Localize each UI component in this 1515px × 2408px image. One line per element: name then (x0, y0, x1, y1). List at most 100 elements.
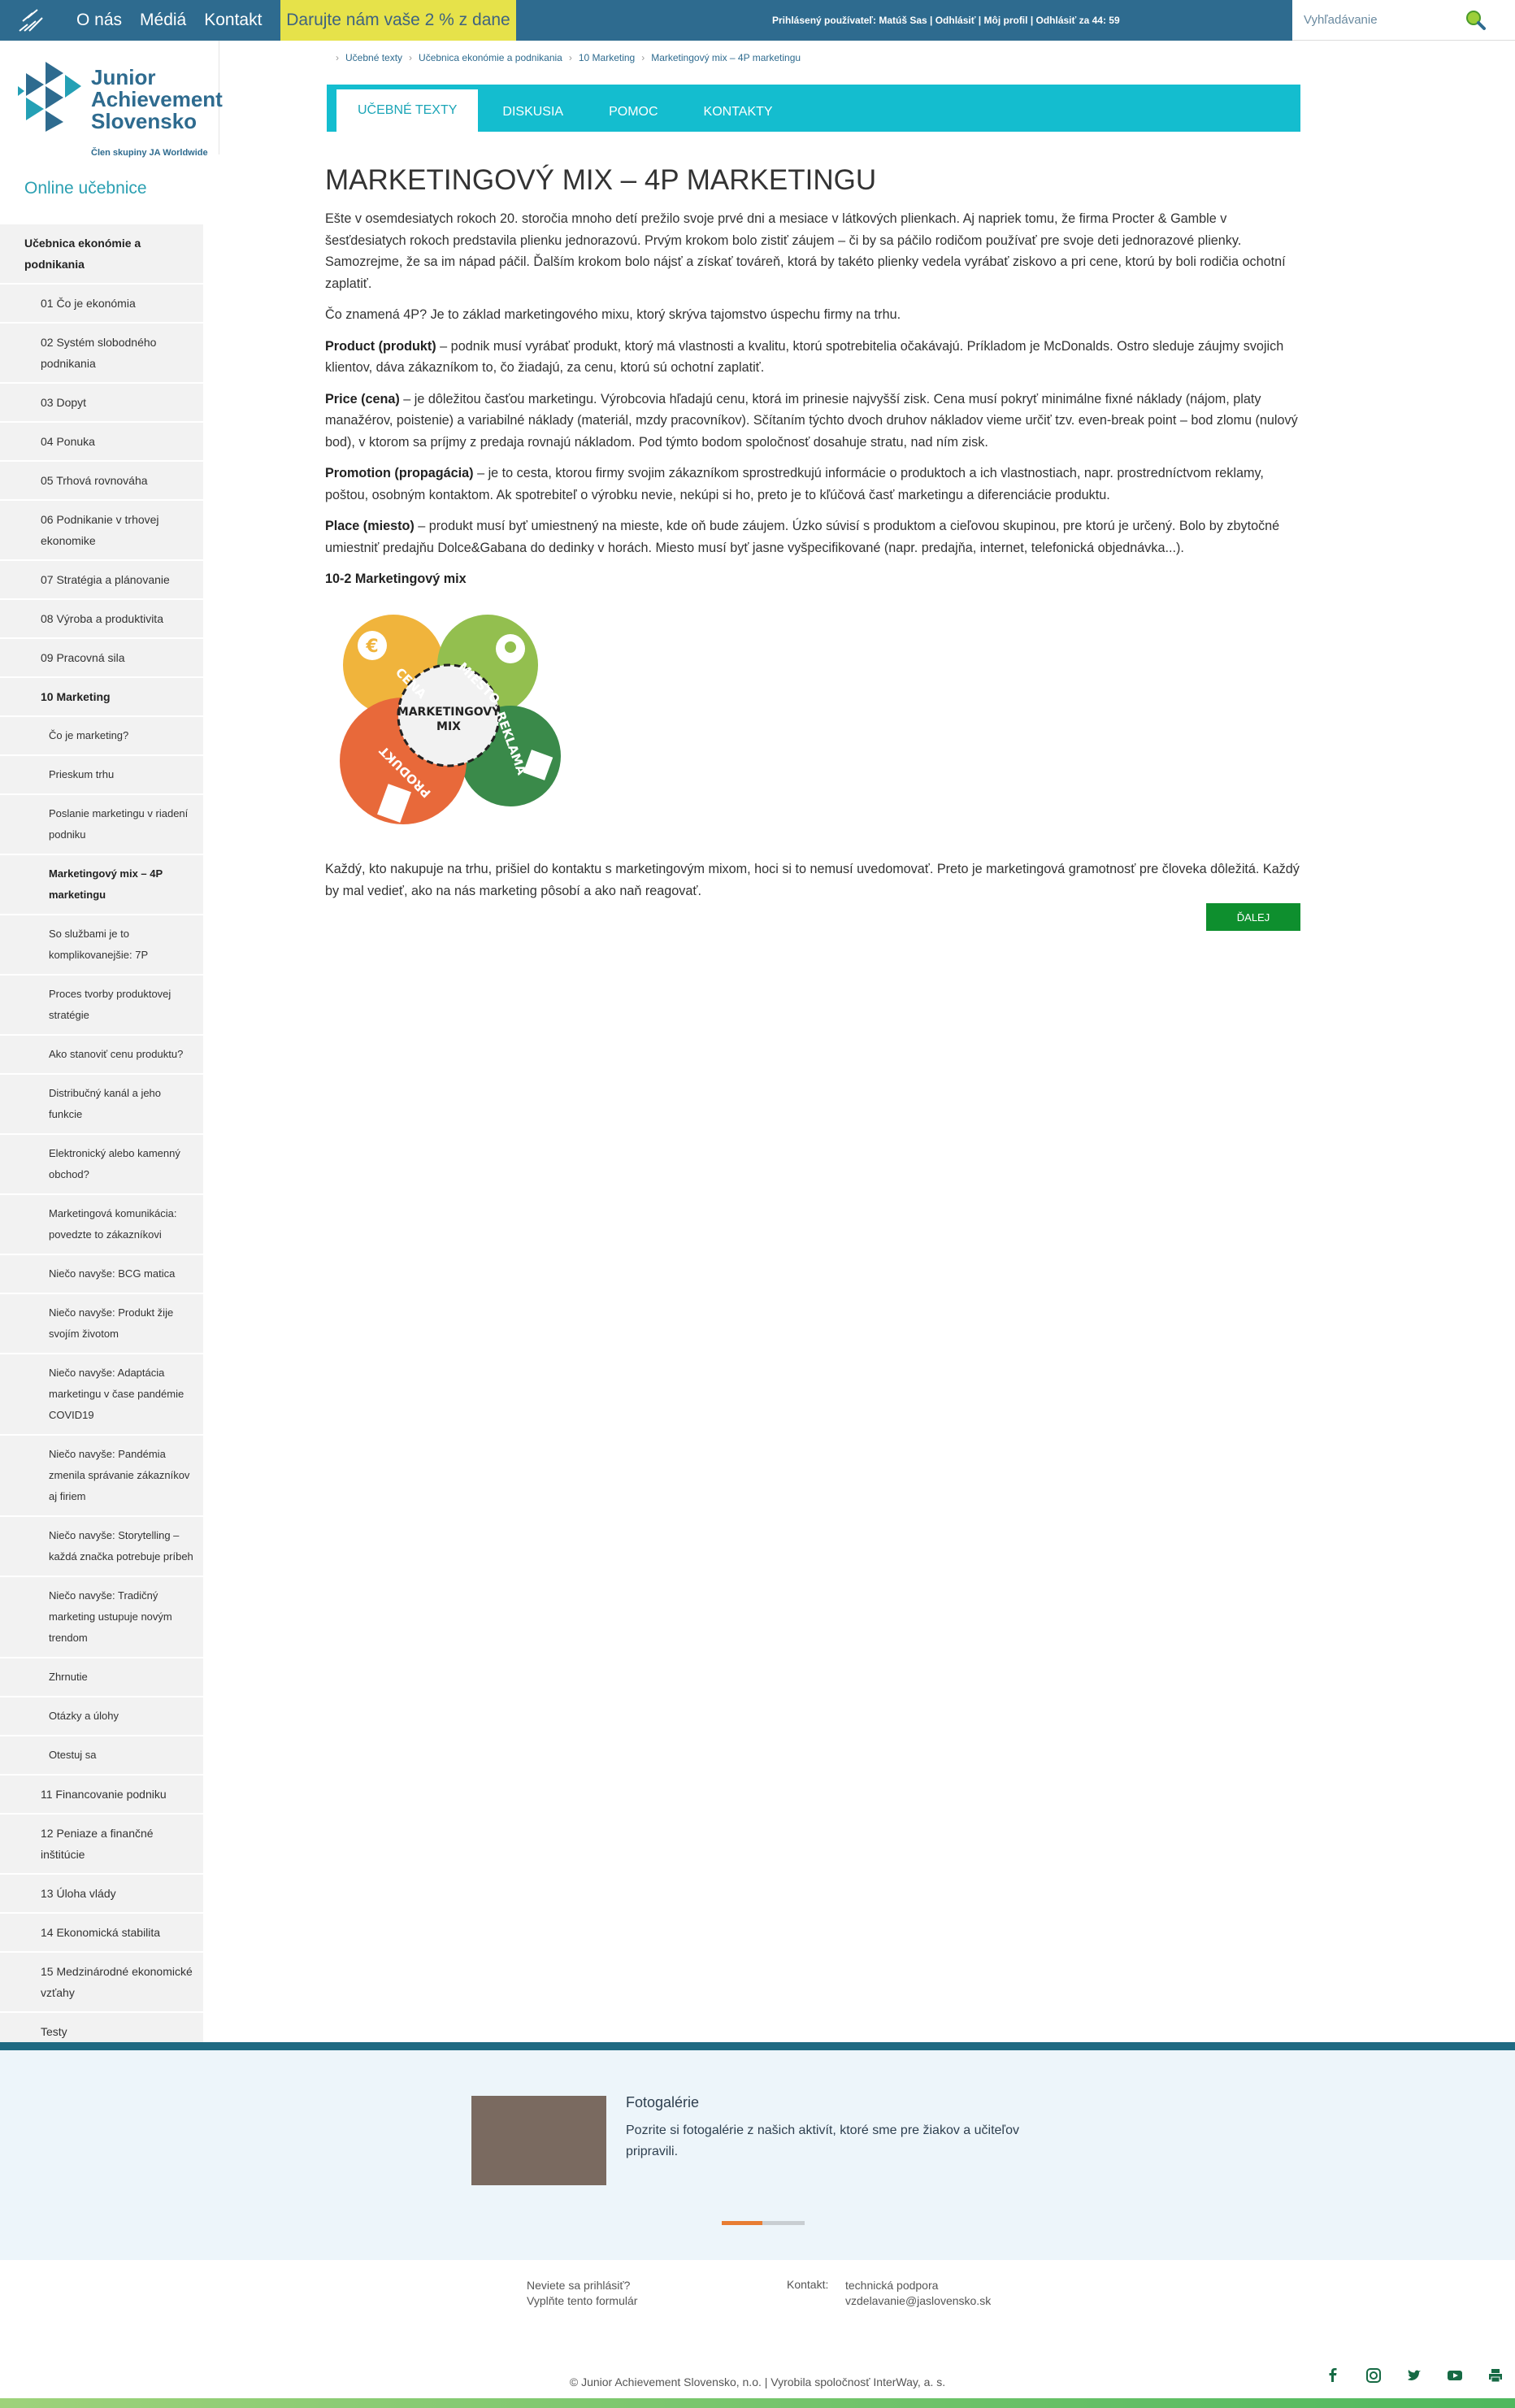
breadcrumb-separator-icon: › (568, 52, 572, 63)
sidebar-item[interactable]: Niečo navyše: Produkt žije svojím životo… (0, 1294, 203, 1354)
sidebar-item[interactable]: 08 Výroba a produktivita (0, 600, 203, 639)
next-button[interactable]: ĎALEJ (1206, 903, 1300, 931)
sidebar-item[interactable]: Zhrnutie (0, 1658, 203, 1697)
tab-kontakty[interactable]: KONTAKTY (683, 93, 794, 132)
ja-brand-logo[interactable]: Junior Achievement Slovensko Člen skupin… (0, 41, 223, 158)
content-tabs: UČEBNÉ TEXTY DISKUSIA POMOC KONTAKTY (327, 85, 1300, 132)
instagram-icon[interactable] (1365, 2367, 1382, 2384)
article: MARKETINGOVÝ MIX – 4P MARKETINGU Ešte v … (325, 163, 1300, 911)
sidebar-item[interactable]: Niečo navyše: Tradičný marketing ustupuj… (0, 1577, 203, 1658)
facebook-icon[interactable] (1325, 2367, 1341, 2384)
search-box[interactable]: Vyhľadávanie (1292, 0, 1515, 41)
sidebar-menu: Učebnica ekonómie a podnikania 01 Čo je e… (0, 224, 203, 2052)
email-link[interactable]: vzdelavanie@jaslovensko.sk (845, 2293, 991, 2309)
contact-info: technická podpora vzdelavanie@jaslovensk… (845, 2278, 991, 2309)
twitter-icon[interactable] (1406, 2367, 1422, 2384)
login-help: Neviete sa prihlásiť? Vyplňte tento form… (527, 2278, 637, 2309)
article-paragraph: Každý, kto nakupuje na trhu, prišiel do … (325, 862, 1300, 898)
gallery-thumbnail[interactable] (471, 2096, 606, 2185)
support-link[interactable]: technická podpora (845, 2278, 991, 2293)
login-help-link[interactable]: Vyplňte tento formulár (527, 2293, 637, 2309)
sidebar-item[interactable]: Niečo navyše: Storytelling – každá značk… (0, 1517, 203, 1577)
sidebar-item[interactable]: 02 Systém slobodného podnikania (0, 324, 203, 384)
sidebar-item[interactable]: Distribučný kanál a jeho funkcie (0, 1075, 203, 1135)
sidebar-item[interactable]: 06 Podnikanie v trhovej ekonomike (0, 501, 203, 561)
nav-media-link[interactable]: Médiá (140, 11, 186, 30)
tab-ucebne-texty[interactable]: UČEBNÉ TEXTY (336, 89, 479, 132)
nav-contact-link[interactable]: Kontakt (204, 11, 262, 30)
article-paragraph: Ešte v osemdesiatych rokoch 20. storočia… (325, 211, 1286, 291)
gallery-title[interactable]: Fotogalérie (626, 2094, 699, 2111)
sidebar-item[interactable]: Otázky a úlohy (0, 1697, 203, 1736)
sidebar-item[interactable]: 03 Dopyt (0, 384, 203, 423)
sidebar-item[interactable]: Marketingová komunikácia: povedzte to zá… (0, 1195, 203, 1255)
brand-name: Junior Achievement Slovensko (91, 67, 223, 133)
sidebar-item[interactable]: Elektronický alebo kamenný obchod? (0, 1135, 203, 1195)
sidebar-item[interactable]: 14 Ekonomická stabilita (0, 1914, 203, 1953)
ja-logo-small-icon[interactable] (16, 7, 46, 34)
sidebar-item[interactable]: 04 Ponuka (0, 423, 203, 462)
copyright: © Junior Achievement Slovensko, n.o. | V… (569, 2375, 946, 2388)
footer-divider (0, 2042, 1515, 2050)
breadcrumb-item[interactable]: 10 Marketing (579, 52, 635, 63)
breadcrumb-item[interactable]: Učebné texty (345, 52, 402, 63)
figure-title: 10-2 Marketingový mix (325, 572, 467, 586)
breadcrumb-separator-icon: › (641, 52, 645, 63)
place-paragraph: Place (miesto) – produkt musí byť umiest… (325, 515, 1300, 559)
breadcrumb-separator-icon: › (409, 52, 413, 63)
sidebar-heading[interactable]: Online učebnice (24, 179, 147, 198)
product-term: Product (produkt) (325, 338, 436, 354)
sidebar-item[interactable]: Niečo navyše: BCG matica (0, 1255, 203, 1294)
price-term: Price (cena) (325, 391, 400, 406)
sidebar-item[interactable]: 01 Čo je ekonómia (0, 285, 203, 324)
sidebar-item[interactable]: Niečo navyše: Adaptácia marketingu v čas… (0, 1354, 203, 1436)
search-icon[interactable] (1463, 8, 1487, 33)
print-icon[interactable] (1487, 2367, 1504, 2384)
sidebar-item[interactable]: Čo je marketing? (0, 717, 203, 756)
sidebar-item[interactable]: So službami je to komplikovanejšie: 7P (0, 915, 203, 976)
gallery-description: Pozrite si fotogalérie z našich aktivít,… (626, 2123, 1019, 2158)
logged-user-info: Prihlásený používateľ: Matúš Sas | Odhlá… (772, 15, 1120, 26)
sidebar-item[interactable]: Poslanie marketingu v riadení podniku (0, 795, 203, 855)
breadcrumb: › Učebné texty › Učebnica ekonómie a pod… (336, 52, 801, 63)
sidebar-item[interactable]: 07 Stratégia a plánovanie (0, 561, 203, 600)
sidebar-item[interactable]: 09 Pracovná sila (0, 639, 203, 678)
tab-pomoc[interactable]: POMOC (588, 93, 679, 132)
top-nav: O nás Médiá Kontakt (76, 0, 280, 41)
donate-2-percent-banner[interactable]: Darujte nám vaše 2 % z dane (280, 0, 516, 41)
footer-color-strip (0, 2398, 1515, 2408)
product-text: – podnik musí vyrábať produkt, ktorý má … (325, 338, 1284, 376)
sidebar-item[interactable]: Prieskum trhu (0, 756, 203, 795)
price-text: – je dôležitou časťou marketingu. Výrobc… (325, 391, 1298, 450)
sidebar-item[interactable]: 11 Financovanie podniku (0, 1776, 203, 1815)
sidebar-item[interactable]: Otestuj sa (0, 1736, 203, 1776)
sidebar-item[interactable]: 15 Medzinárodné ekonomické vzťahy (0, 1953, 203, 2013)
place-term: Place (miesto) (325, 519, 415, 533)
euro-icon: € (358, 630, 387, 660)
svg-text:€: € (365, 637, 378, 657)
sidebar-item[interactable]: Proces tvorby produktovej stratégie (0, 976, 203, 1036)
place-text: – produkt musí byť umiestnený na mieste,… (325, 519, 1280, 555)
breadcrumb-current: Marketingový mix – 4P marketingu (651, 52, 801, 63)
sidebar-item[interactable]: Niečo navyše: Pandémia zmenila správanie… (0, 1436, 203, 1517)
top-bar: O nás Médiá Kontakt Darujte nám vaše 2 %… (0, 0, 1515, 41)
brand-name-line: Slovensko (91, 109, 198, 133)
nav-about-link[interactable]: O nás (76, 11, 122, 30)
gallery-section: Fotogalérie Pozrite si fotogalérie z naš… (0, 2050, 1515, 2260)
tab-diskusia[interactable]: DISKUSIA (481, 93, 584, 132)
sidebar-item[interactable]: 13 Úloha vlády (0, 1875, 203, 1914)
map-pin-icon (496, 633, 525, 663)
sidebar-item[interactable]: Ako stanoviť cenu produktu? (0, 1036, 203, 1075)
sidebar-item[interactable]: Marketingový mix – 4P marketingu (0, 855, 203, 915)
search-input[interactable]: Vyhľadávanie (1304, 13, 1378, 27)
sidebar-item[interactable]: 12 Peniaze a finančné inštitúcie (0, 1815, 203, 1875)
brand-name-line: Junior (91, 65, 156, 89)
ja-logo-icon (18, 62, 81, 132)
sidebar-item[interactable]: 05 Trhová rovnováha (0, 462, 203, 501)
breadcrumb-item[interactable]: Učebnica ekonómie a podnikania (419, 52, 562, 63)
youtube-icon[interactable] (1447, 2367, 1463, 2384)
sidebar-item[interactable]: 10 Marketing (0, 678, 203, 717)
sidebar-item[interactable]: Učebnica ekonómie a podnikania (0, 224, 203, 285)
carousel-progress[interactable] (722, 2221, 805, 2225)
promotion-paragraph: Promotion (propagácia) – je to cesta, kt… (325, 463, 1300, 506)
